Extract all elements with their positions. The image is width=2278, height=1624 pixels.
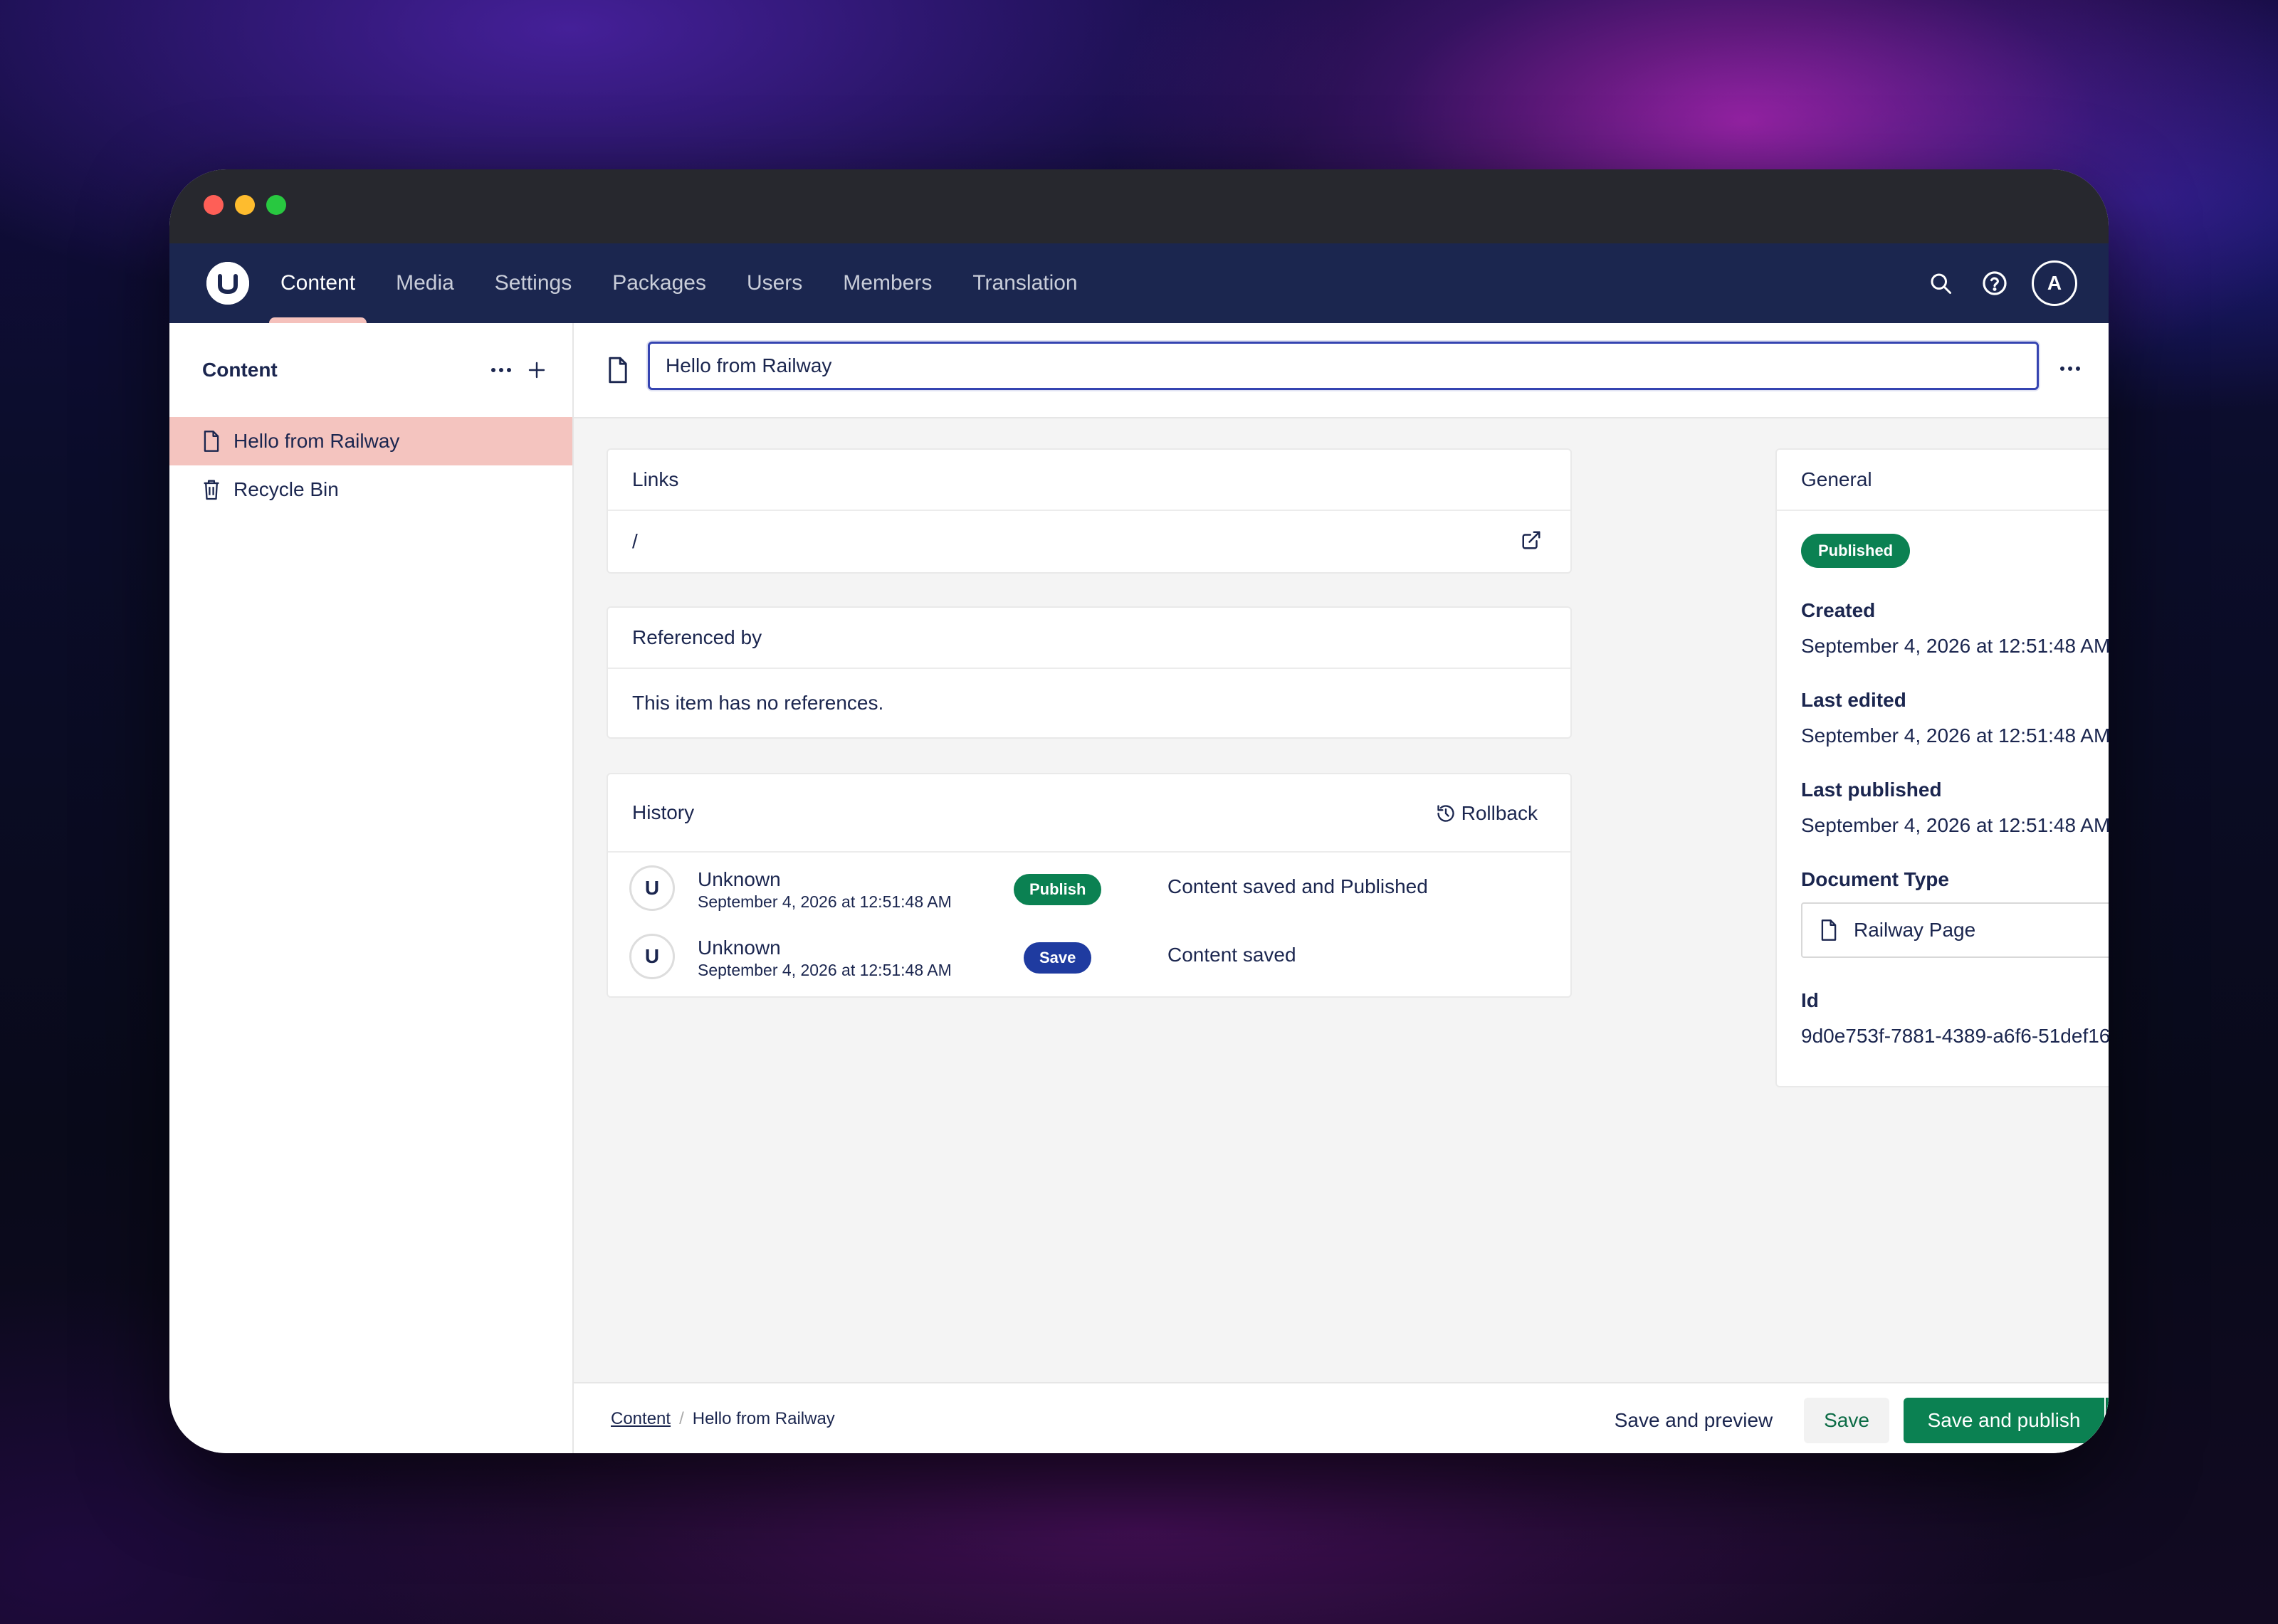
document-type-link[interactable]: Railway Page	[1801, 902, 2109, 958]
id-value: 9d0e753f-7881-4389-a6f6-51def166c9bd	[1801, 1025, 2109, 1047]
general-title: General	[1777, 450, 2109, 511]
save-and-preview-button[interactable]: Save and preview	[1597, 1398, 1790, 1443]
general-info-card: General Published Created September 4, 2…	[1775, 448, 2109, 1087]
history-user: Unknown	[698, 937, 781, 959]
last-published-label: Last published	[1801, 779, 1942, 801]
referenced-by-card: Referenced by This item has no reference…	[607, 606, 1572, 739]
add-icon[interactable]	[521, 354, 552, 386]
document-url-link[interactable]: /	[632, 530, 638, 553]
more-actions-icon[interactable]	[485, 354, 517, 386]
external-link-icon[interactable]	[1521, 529, 1546, 555]
breadcrumb-current: Hello from Railway	[692, 1409, 835, 1428]
nav-content[interactable]: Content	[268, 243, 367, 323]
close-window-button[interactable]	[204, 195, 224, 215]
sidebar-title: Content	[202, 359, 278, 381]
breadcrumb: Content / Hello from Railway	[611, 1409, 835, 1429]
content-tree-sidebar: Content Hello from Railway Recycle Bin	[169, 323, 574, 1453]
history-badge: Publish	[1014, 874, 1102, 905]
app-window: Content Media Settings Packages Users Me…	[169, 169, 2109, 1453]
user-avatar-button[interactable]: A	[2032, 260, 2077, 306]
created-label: Created	[1801, 599, 1876, 621]
history-entry: U Unknown September 4, 2026 at 12:51:48 …	[608, 853, 1570, 921]
publish-options-button[interactable]	[2106, 1398, 2109, 1443]
breadcrumb-content-link[interactable]: Content	[611, 1409, 671, 1429]
more-actions-icon[interactable]	[2053, 352, 2087, 386]
minimize-window-button[interactable]	[235, 195, 255, 215]
trash-icon	[202, 477, 224, 502]
last-edited-value: September 4, 2026 at 12:51:48 AM	[1801, 724, 2109, 747]
history-icon	[1437, 805, 1454, 822]
history-description: Content saved and Published	[1167, 875, 1428, 897]
links-title: Links	[608, 450, 1570, 511]
document-icon	[1821, 919, 1837, 941]
user-avatar: U	[629, 934, 675, 979]
document-name-input[interactable]	[648, 342, 2039, 390]
last-edited-label: Last edited	[1801, 689, 1906, 711]
history-date: September 4, 2026 at 12:51:48 AM	[698, 892, 952, 911]
history-entry: U Unknown September 4, 2026 at 12:51:48 …	[608, 921, 1570, 989]
status-badge: Published	[1801, 534, 1911, 568]
links-card: Links /	[607, 448, 1572, 574]
no-references-text: This item has no references.	[632, 692, 884, 714]
editor-footer: Content / Hello from Railway Save and pr…	[574, 1382, 2109, 1453]
content-editor: Links / Referenced by This item has no r…	[574, 323, 2109, 1453]
nav-settings[interactable]: Settings	[495, 243, 572, 323]
id-label: Id	[1801, 989, 1819, 1011]
nav-translation[interactable]: Translation	[972, 243, 1077, 323]
document-type-value: Railway Page	[1854, 919, 1976, 941]
top-navigation: Content Media Settings Packages Users Me…	[169, 243, 2109, 323]
document-type-label: Document Type	[1801, 868, 1949, 890]
nav-packages[interactable]: Packages	[612, 243, 706, 323]
umbraco-logo-icon[interactable]	[206, 262, 249, 305]
tree-item-hello-from-railway[interactable]: Hello from Railway	[169, 417, 572, 465]
tree-item-label: Hello from Railway	[233, 430, 400, 452]
history-date: September 4, 2026 at 12:51:48 AM	[698, 961, 952, 979]
save-and-publish-button[interactable]: Save and publish	[1904, 1398, 2104, 1443]
nav-media[interactable]: Media	[396, 243, 454, 323]
breadcrumb-separator: /	[679, 1409, 684, 1428]
tree-item-recycle-bin[interactable]: Recycle Bin	[169, 465, 572, 514]
rollback-button[interactable]: Rollback	[1436, 774, 1538, 853]
document-icon	[607, 356, 629, 388]
window-titlebar	[169, 169, 2109, 243]
document-icon	[202, 428, 224, 454]
history-description: Content saved	[1167, 944, 1296, 966]
save-button[interactable]: Save	[1804, 1398, 1889, 1443]
history-title: History	[632, 801, 695, 823]
nav-members[interactable]: Members	[843, 243, 932, 323]
history-user: Unknown	[698, 868, 781, 890]
maximize-window-button[interactable]	[266, 195, 286, 215]
referenced-by-title: Referenced by	[608, 608, 1570, 669]
nav-users[interactable]: Users	[747, 243, 802, 323]
last-published-value: September 4, 2026 at 12:51:48 AM	[1801, 814, 2109, 836]
help-icon[interactable]	[1978, 266, 2012, 300]
created-value: September 4, 2026 at 12:51:48 AM	[1801, 635, 2109, 657]
history-badge: Save	[1024, 942, 1092, 974]
search-icon[interactable]	[1923, 266, 1958, 300]
user-avatar: U	[629, 865, 675, 911]
editor-header	[574, 323, 2109, 418]
section-nav: Content Media Settings Packages Users Me…	[268, 243, 1118, 323]
tree-item-label: Recycle Bin	[233, 478, 339, 500]
history-card: History Rollback U Unknown September 4, …	[607, 773, 1572, 998]
